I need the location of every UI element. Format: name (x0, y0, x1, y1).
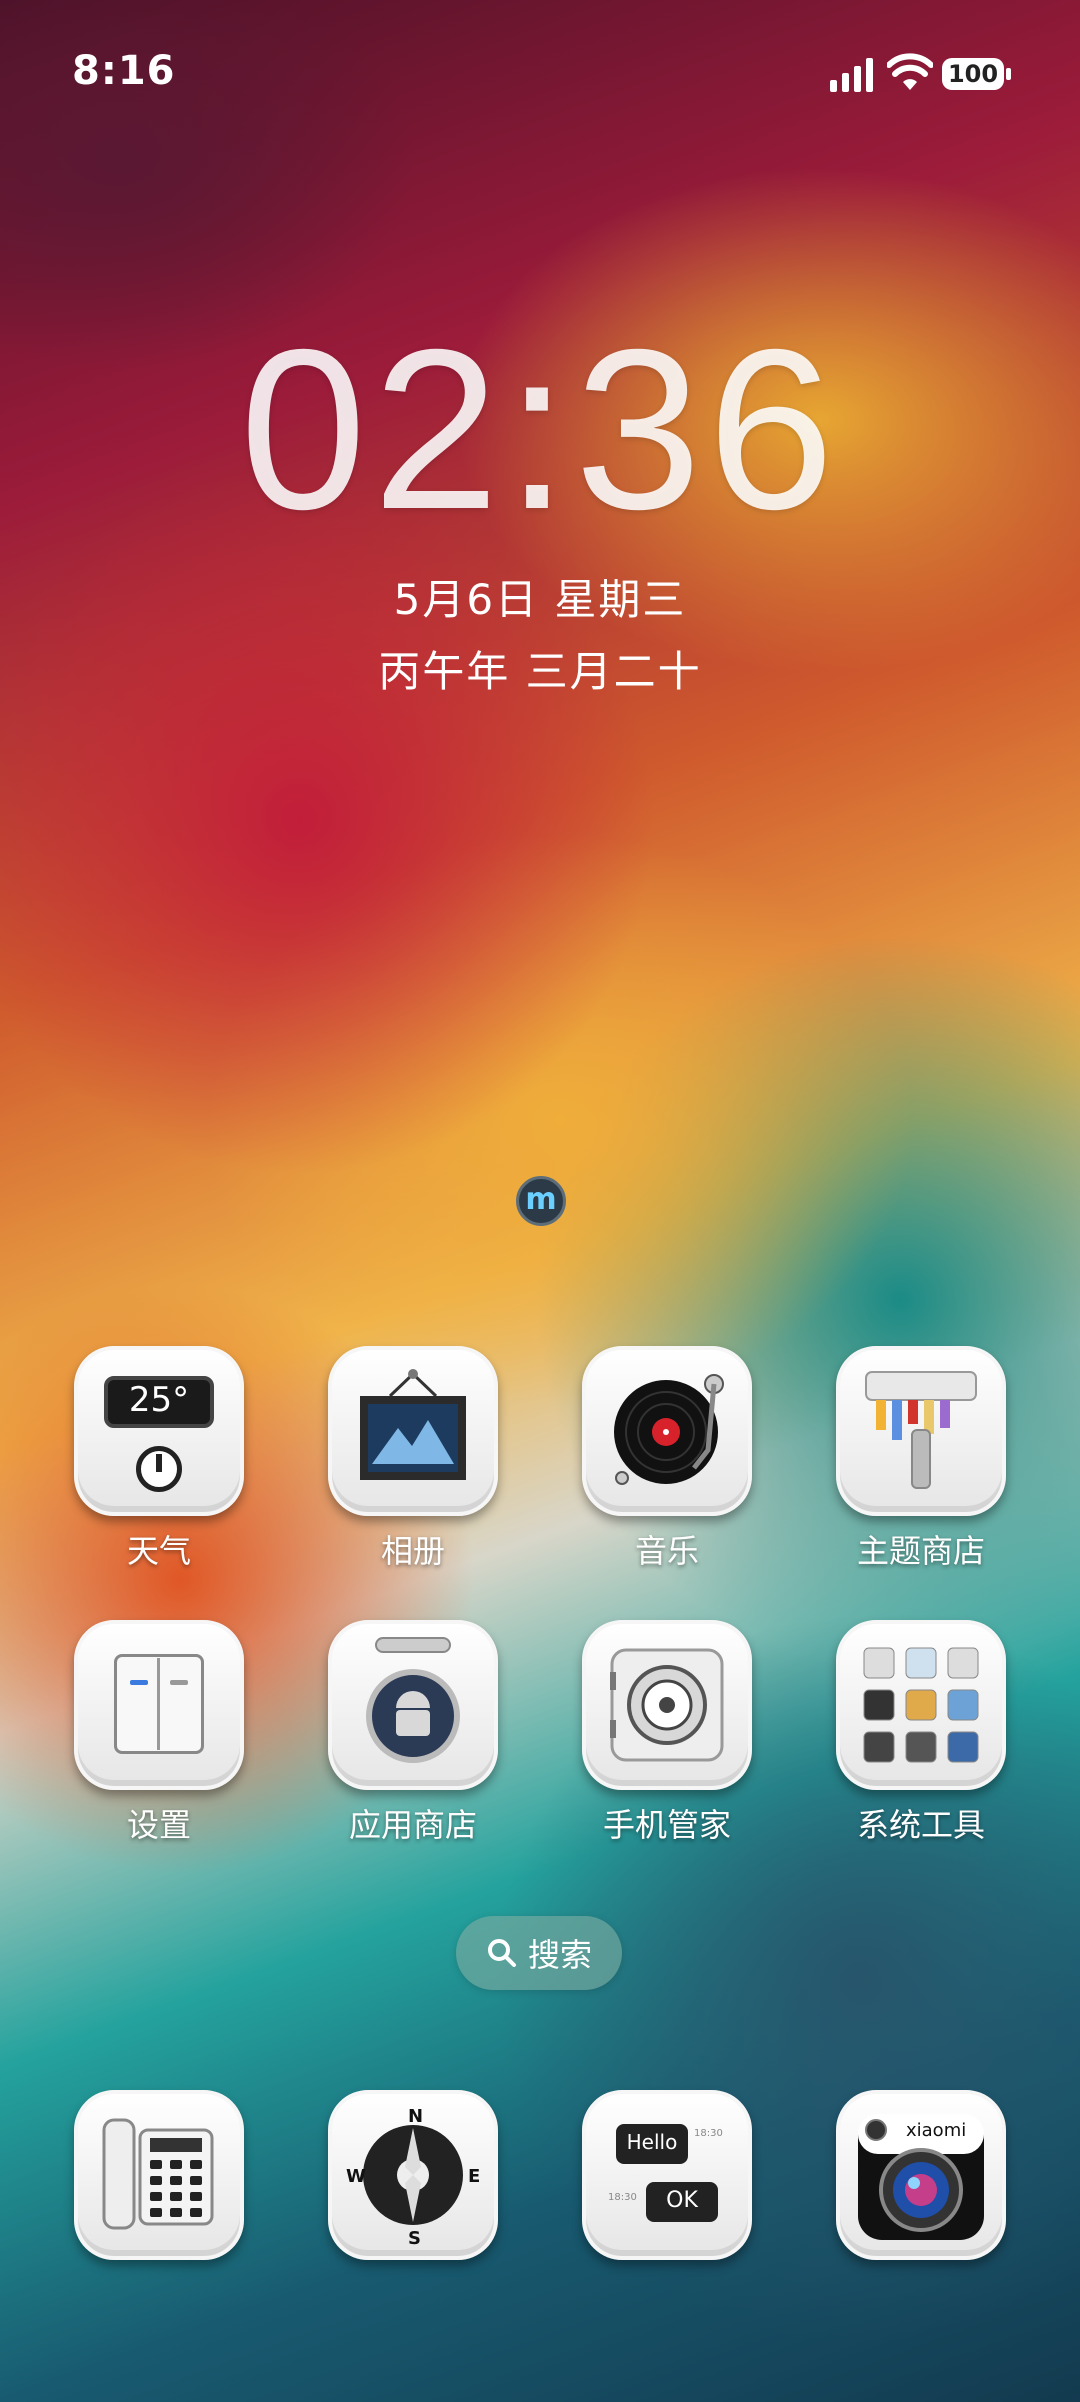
phone-icon (74, 2090, 244, 2260)
app-label: 设置 (126, 1806, 191, 1844)
app-security[interactable]: 手机管家 (582, 1620, 752, 1846)
app-weather[interactable]: 25° 天气 (74, 1346, 244, 1572)
messages-time-1: 18:30 (694, 2128, 723, 2139)
gallery-icon (328, 1346, 498, 1516)
floating-m-icon[interactable]: m (516, 1176, 566, 1226)
dock-camera[interactable]: xiaomi (836, 2090, 1006, 2260)
compass-e: E (468, 2166, 480, 2187)
app-themes[interactable]: 主题商店 (836, 1346, 1006, 1572)
wifi-icon (887, 53, 933, 90)
messages-time-2: 18:30 (608, 2192, 637, 2203)
clock-widget-time[interactable]: 02:36 (0, 300, 1080, 561)
dock-compass[interactable]: N W E S (328, 2090, 498, 2260)
weather-temperature: 25° (128, 1380, 190, 1420)
compass-n: N (408, 2106, 423, 2127)
app-label: 应用商店 (348, 1806, 477, 1844)
signal-icon (830, 58, 873, 92)
tools-icon (836, 1620, 1006, 1790)
messages-icon: Hello 18:30 18:30 OK (582, 2090, 752, 2260)
app-gallery[interactable]: 相册 (328, 1346, 498, 1572)
themes-icon (836, 1346, 1006, 1516)
app-store-icon (328, 1620, 498, 1790)
messages-hello: Hello (626, 2130, 678, 2154)
security-icon (582, 1620, 752, 1790)
dock-phone[interactable] (74, 2090, 244, 2260)
music-icon (582, 1346, 752, 1516)
search-icon (487, 1939, 516, 1967)
app-label: 手机管家 (602, 1806, 731, 1844)
app-settings[interactable]: 设置 (74, 1620, 244, 1846)
app-tools[interactable]: 系统工具 (836, 1620, 1006, 1846)
app-label: 主题商店 (856, 1532, 985, 1570)
clock-widget-lunar-date: 丙午年 三月二十 (378, 647, 702, 696)
app-label: 音乐 (634, 1532, 699, 1570)
search-label: 搜索 (527, 1936, 592, 1974)
compass-s: S (408, 2228, 421, 2249)
camera-icon: xiaomi (836, 2090, 1006, 2260)
battery-icon: 100 (942, 58, 1004, 90)
weather-icon: 25° (74, 1346, 244, 1516)
clock-widget-date: 5月6日 星期三 (393, 575, 687, 624)
camera-brand: xiaomi (906, 2120, 966, 2141)
app-label: 相册 (380, 1532, 445, 1570)
status-bar: 8:16 100 (0, 0, 1080, 150)
search-button[interactable]: 搜索 (456, 1916, 622, 1990)
status-time: 8:16 (72, 48, 176, 94)
compass-icon: N W E S (328, 2090, 498, 2260)
messages-ok: OK (666, 2188, 698, 2213)
settings-icon (74, 1620, 244, 1790)
app-label: 天气 (126, 1532, 191, 1570)
app-label: 系统工具 (856, 1806, 985, 1844)
battery-tip (1006, 68, 1011, 80)
dock-messages[interactable]: Hello 18:30 18:30 OK (582, 2090, 752, 2260)
compass-w: W (346, 2166, 366, 2187)
app-music[interactable]: 音乐 (582, 1346, 752, 1572)
app-app-store[interactable]: 应用商店 (328, 1620, 498, 1846)
